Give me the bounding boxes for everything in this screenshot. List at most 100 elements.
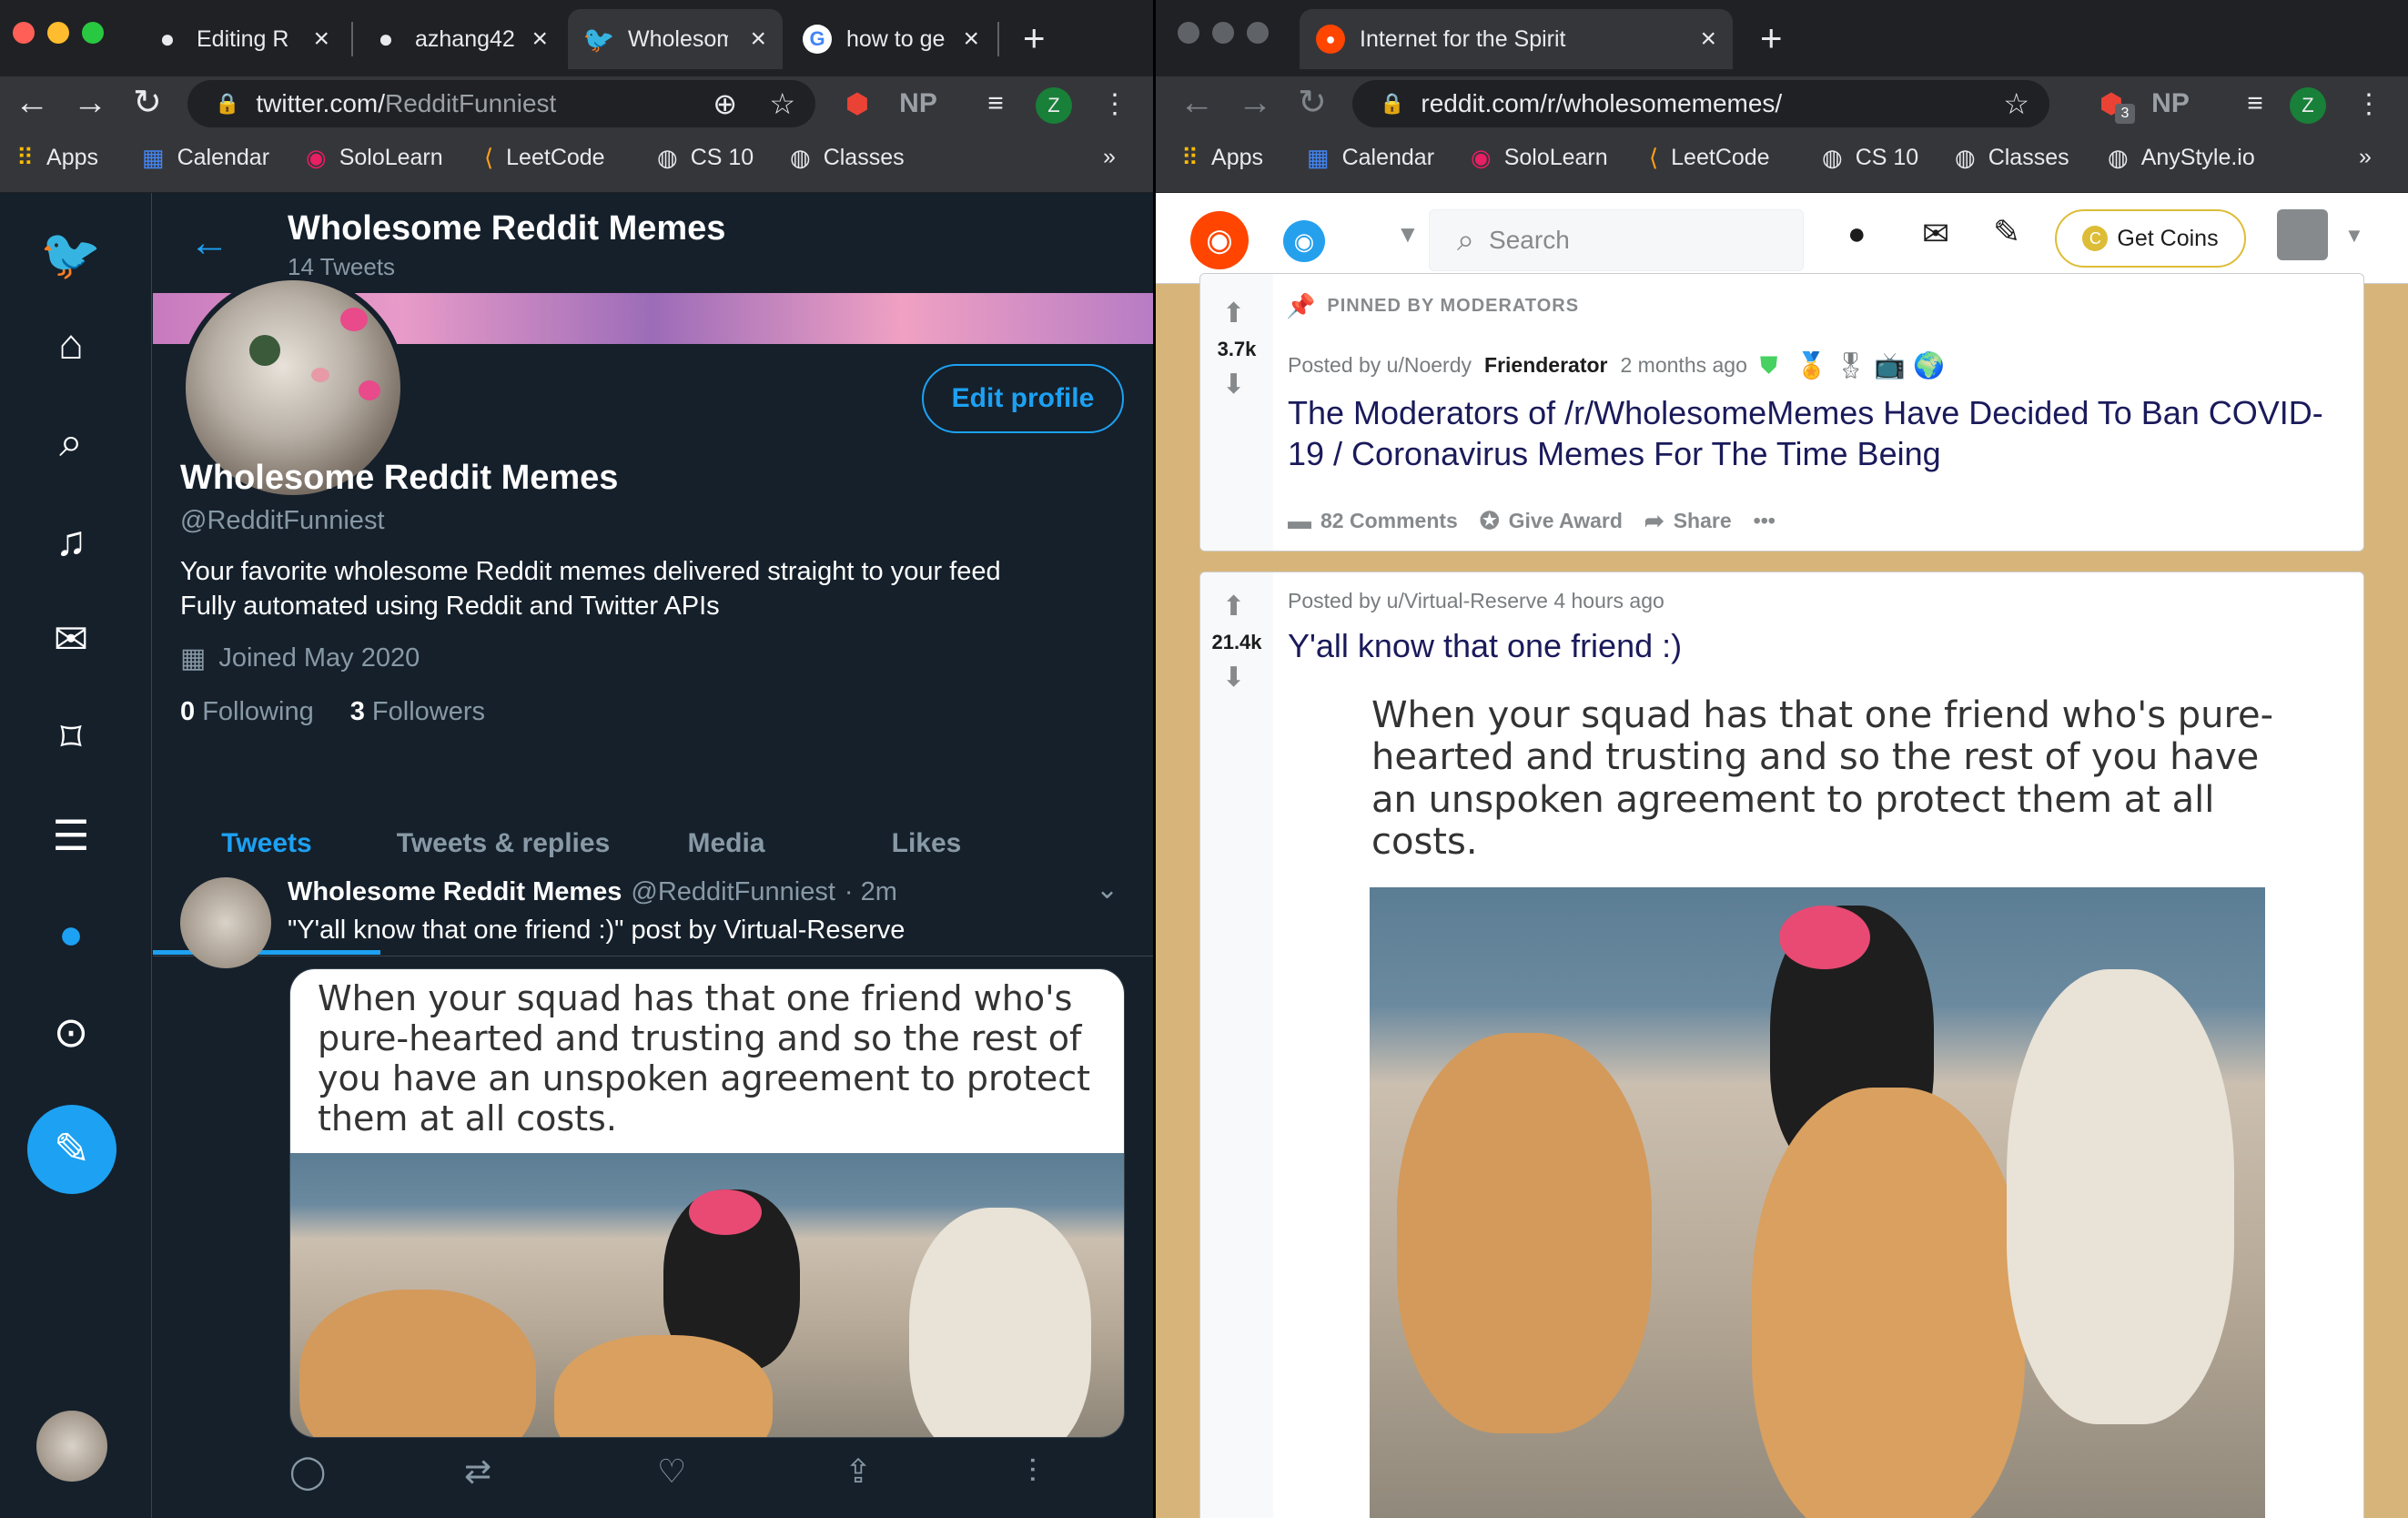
post-title[interactable]: Y'all know that one friend :)	[1288, 625, 1682, 666]
address-bar[interactable]: 🔒 twitter.com/RedditFunniest ⊕ ☆	[187, 80, 815, 127]
tab-reddit[interactable]: ● Internet for the Spirit ×	[1300, 9, 1733, 69]
get-coins-button[interactable]: C Get Coins	[2055, 209, 2246, 268]
share-icon[interactable]: ⇪	[845, 1452, 872, 1491]
messages-mail-icon[interactable]: ✉	[36, 604, 106, 673]
more-options-button[interactable]: •••	[1754, 507, 1776, 535]
tab-media[interactable]: Media	[626, 808, 826, 879]
tab-likes[interactable]: Likes	[826, 808, 1027, 879]
reload-icon[interactable]: ↻	[1298, 82, 1327, 123]
bookmark-star-icon[interactable]: ☆	[2003, 86, 2029, 121]
close-window-button[interactable]	[13, 22, 35, 44]
np-extension-icon[interactable]: NP	[2148, 86, 2193, 122]
bookmark-apps[interactable]: ⠿ Apps	[1181, 144, 1263, 172]
user-avatar-icon[interactable]	[2277, 209, 2328, 260]
retweet-icon[interactable]: ⇄	[464, 1452, 491, 1491]
twitter-logo-icon[interactable]: 🐦	[36, 220, 106, 289]
post-author[interactable]: Posted by u/Noerdy	[1288, 353, 1472, 378]
forward-arrow-icon[interactable]: →	[1238, 84, 1272, 123]
following-link[interactable]: 0 Following	[180, 697, 314, 727]
profile-avatar[interactable]: Z	[2290, 87, 2326, 124]
adblock-icon[interactable]: ⬢	[839, 86, 875, 122]
tweet-author-handle[interactable]: @RedditFunniest	[631, 877, 835, 907]
subreddit-icon[interactable]: ◉	[1283, 220, 1325, 262]
address-bar[interactable]: 🔒 reddit.com/r/wholesomememes/ ☆	[1352, 80, 2049, 127]
more-options-icon[interactable]: ⊙	[36, 997, 106, 1067]
post-pinned[interactable]: ⬆ 3.7k ⬇ 📌 PINNED BY MODERATORS Posted b…	[1199, 273, 2364, 552]
tweet-time[interactable]: · 2m	[845, 877, 897, 907]
back-arrow-icon[interactable]: ←	[189, 220, 229, 266]
minimize-window-button[interactable]	[1212, 22, 1234, 44]
close-tab-icon[interactable]: ×	[531, 24, 548, 55]
post-media[interactable]: When your squad has that one friend who'…	[1273, 685, 2363, 1518]
profile-avatar[interactable]: Z	[1036, 87, 1072, 124]
tab-google[interactable]: G how to ge ×	[786, 9, 996, 69]
menu-kebab-icon[interactable]: ⋮	[1101, 86, 1128, 122]
np-extension-icon[interactable]: NP	[895, 86, 941, 122]
close-tab-icon[interactable]: ×	[963, 24, 979, 55]
edit-profile-button[interactable]: Edit profile	[922, 364, 1124, 433]
analytics-icon[interactable]: ⫶	[1028, 1452, 1037, 1492]
tab-tweets-replies[interactable]: Tweets & replies	[380, 808, 626, 879]
bookmark-leetcode[interactable]: ⟨ LeetCode	[484, 144, 605, 172]
mail-icon[interactable]: ✉	[1922, 215, 1949, 253]
chevron-down-icon[interactable]: ⌄	[1096, 874, 1118, 906]
reload-icon[interactable]: ↻	[133, 82, 162, 123]
reply-icon[interactable]: ◯	[289, 1452, 326, 1491]
bookmark-cs10[interactable]: ◍ CS 10	[657, 144, 754, 172]
search-input[interactable]: ⌕ Search	[1429, 209, 1804, 271]
chat-icon[interactable]: ●	[1847, 217, 1867, 252]
comments-button[interactable]: ▬ 82 Comments	[1288, 507, 1458, 535]
upvote-arrow-icon[interactable]: ⬆	[1222, 591, 1245, 622]
maximize-window-button[interactable]	[1247, 22, 1269, 44]
bookmarks-overflow[interactable]: »	[1103, 144, 1116, 170]
close-tab-icon[interactable]: ×	[750, 24, 766, 55]
bookmark-cs10[interactable]: ◍ CS 10	[1822, 144, 1918, 172]
bookmark-anystyle[interactable]: ◍ AnyStyle.io	[2108, 144, 2255, 172]
bookmark-sololearn[interactable]: ◉ SoloLearn	[306, 144, 443, 172]
give-award-button[interactable]: ✪ Give Award	[1480, 507, 1623, 535]
close-window-button[interactable]	[1178, 22, 1199, 44]
reddit-logo-icon[interactable]: ◉	[1190, 211, 1249, 269]
followers-link[interactable]: 3 Followers	[350, 697, 485, 727]
share-button[interactable]: ➦ Share	[1644, 507, 1732, 535]
tweet-image[interactable]: When your squad has that one friend who'…	[289, 968, 1125, 1438]
bookmark-apps[interactable]: ⠿ Apps	[16, 144, 98, 172]
new-tab-button[interactable]: +	[1023, 16, 1046, 60]
downvote-arrow-icon[interactable]: ⬇	[1222, 369, 1245, 400]
post-time[interactable]: 2 months ago	[1621, 353, 1747, 378]
menu-kebab-icon[interactable]: ⋮	[2355, 86, 2383, 122]
bookmark-sololearn[interactable]: ◉ SoloLearn	[1471, 144, 1608, 172]
minimize-window-button[interactable]	[47, 22, 69, 44]
compose-tweet-button[interactable]: ✎	[27, 1105, 116, 1194]
media-queue-icon[interactable]: ≡	[2233, 86, 2277, 122]
bookmark-classes[interactable]: ◍ Classes	[790, 144, 905, 172]
downvote-arrow-icon[interactable]: ⬇	[1222, 662, 1245, 693]
post-virtual-reserve[interactable]: ⬆ 21.4k ⬇ Posted by u/Virtual-Reserve 4 …	[1199, 572, 2364, 1518]
post-meta[interactable]: Posted by u/Virtual-Reserve 4 hours ago	[1288, 589, 1664, 613]
explore-search-icon[interactable]: ⌕	[36, 408, 106, 477]
new-tab-button[interactable]: +	[1760, 16, 1783, 60]
add-circle-icon[interactable]: ⊕	[713, 86, 737, 121]
tab-twitter[interactable]: 🐦 Wholesom ×	[568, 9, 783, 69]
tab-tweets[interactable]: Tweets	[153, 808, 380, 879]
back-arrow-icon[interactable]: ←	[15, 84, 49, 123]
lists-icon[interactable]: ☰	[36, 801, 106, 870]
media-queue-icon[interactable]: ≡	[974, 86, 1017, 122]
close-tab-icon[interactable]: ×	[1700, 24, 1716, 55]
user-dropdown-icon[interactable]: ▼	[2344, 224, 2364, 248]
upvote-arrow-icon[interactable]: ⬆	[1222, 298, 1245, 329]
forward-arrow-icon[interactable]: →	[73, 84, 107, 123]
close-tab-icon[interactable]: ×	[313, 24, 329, 55]
tweet-author-avatar[interactable]	[180, 877, 271, 968]
notifications-bell-icon[interactable]: ♫	[36, 506, 106, 575]
bookmark-leetcode[interactable]: ⟨ LeetCode	[1649, 144, 1770, 172]
home-icon[interactable]: ⌂	[36, 309, 106, 379]
community-dropdown-icon[interactable]: ▼	[1396, 220, 1420, 248]
like-heart-icon[interactable]: ♡	[657, 1452, 686, 1491]
tweet-author-name[interactable]: Wholesome Reddit Memes	[288, 877, 622, 907]
profile-icon[interactable]: ●	[36, 899, 106, 968]
post-title[interactable]: The Moderators of /r/WholesomeMemes Have…	[1288, 392, 2343, 474]
back-arrow-icon[interactable]: ←	[1179, 84, 1214, 123]
tab-azhang[interactable]: ● azhang42 ×	[355, 9, 564, 69]
bookmark-classes[interactable]: ◍ Classes	[1955, 144, 2069, 172]
